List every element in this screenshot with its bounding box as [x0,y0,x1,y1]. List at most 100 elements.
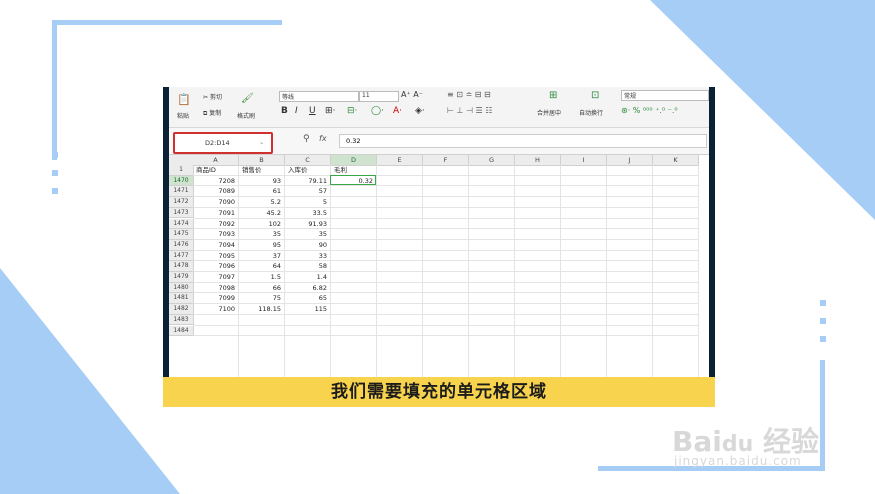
column-header-b[interactable]: B [239,155,285,166]
fill-color-icon[interactable]: ⊟· [347,106,357,116]
table-cell[interactable]: 45.2 [241,209,281,218]
column-header-e[interactable]: E [377,155,423,166]
column-header-g[interactable]: G [469,155,515,166]
column-header-i[interactable]: I [561,155,607,166]
row-header[interactable]: 1476 [169,239,194,251]
table-cell[interactable]: 61 [241,187,281,196]
spreadsheet-grid[interactable]: A B C D E F G H I J K 1 1470 1471 1472 1473 1474 1475 1476… [169,155,709,377]
align-icons[interactable]: ⊢ ⊥ ⊣ ☰ ☷ [447,106,492,115]
header-cell[interactable]: 销售价 [242,166,282,175]
row-header[interactable]: 1481 [169,293,194,305]
paste-button[interactable]: 粘贴 [177,111,189,120]
merge-center-icon[interactable]: ⊞ [549,90,557,101]
wrap-text-icon[interactable]: ⊡ [591,90,599,101]
clear-icon[interactable]: ◈· [415,106,425,116]
active-cell[interactable] [330,174,376,186]
font-size-select[interactable]: 11 [359,91,399,102]
table-cell[interactable]: 1.4 [287,273,327,282]
column-header-f[interactable]: F [423,155,469,166]
table-cell[interactable]: 79.11 [287,177,327,186]
merge-center-button[interactable]: 合并居中 [537,108,561,117]
table-cell[interactable]: 7091 [195,209,235,218]
row-header[interactable]: 1475 [169,229,194,240]
table-cell[interactable]: 5.2 [241,198,281,207]
table-cell[interactable]: 7089 [195,187,235,196]
table-cell[interactable]: 102 [241,220,281,229]
row-header[interactable]: 1480 [169,282,194,294]
table-cell[interactable]: 7092 [195,220,235,229]
row-header[interactable]: 1470 [169,175,194,187]
font-name-select[interactable]: 等线 [279,91,359,102]
row-header[interactable]: 1482 [169,304,194,315]
table-cell[interactable]: 7090 [195,198,235,207]
table-cell[interactable]: 35 [287,230,327,239]
underline-button[interactable]: U [309,106,316,116]
table-cell[interactable]: 35 [241,230,281,239]
row-header[interactable]: 1473 [169,207,194,219]
header-cell[interactable]: 商品ID [196,166,236,175]
zoom-icon[interactable]: ⚲ [303,134,310,144]
table-cell[interactable]: 7097 [195,273,235,282]
table-cell[interactable]: 7208 [195,177,235,186]
chevron-down-icon[interactable]: ⌄ [259,138,264,146]
table-cell[interactable]: 7099 [195,294,235,303]
table-cell[interactable]: 58 [287,262,327,271]
formula-input[interactable]: 0.32 [339,134,707,148]
number-format-select[interactable]: 常规 [621,90,709,101]
column-header-a[interactable]: A [193,155,239,166]
number-format-icons[interactable]: ⊛· % ⁰⁰⁰ ⁺.⁰ ⁻.⁰ [621,106,678,115]
shape-icon[interactable]: ◯· [371,106,384,116]
italic-button[interactable]: I [295,106,298,116]
row-header[interactable]: 1478 [169,261,194,272]
cut-button[interactable]: ✂ 剪切 [203,92,222,101]
bold-button[interactable]: B [281,106,288,116]
row-header[interactable]: 1 [169,165,194,176]
row-header[interactable]: 1477 [169,250,194,262]
table-cell[interactable]: 7093 [195,230,235,239]
table-cell[interactable]: 33 [287,252,327,261]
align-top-icons[interactable]: ≡ ⊡ ≐ ⊟ ⊟ [447,90,491,99]
table-cell[interactable]: 7094 [195,241,235,250]
fx-icon[interactable]: fx [319,134,327,143]
table-cell[interactable]: 118.15 [241,305,281,314]
row-header[interactable]: 1471 [169,186,194,198]
row-header[interactable]: 1479 [169,272,194,283]
table-cell[interactable]: 5 [287,198,327,207]
row-header[interactable]: 1484 [169,325,194,337]
copy-button[interactable]: ⧉ 复制 [203,108,221,118]
font-grow-button[interactable]: A⁺ A⁻ [401,90,423,99]
table-cell[interactable]: 37 [241,252,281,261]
table-cell[interactable]: 90 [287,241,327,250]
table-cell[interactable]: 66 [241,284,281,293]
borders-icon[interactable]: ⊞· [325,106,335,116]
format-painter-button[interactable]: 🖌 [241,93,254,104]
column-header-c[interactable]: C [285,155,331,166]
table-cell[interactable]: 64 [241,262,281,271]
table-cell[interactable]: 7100 [195,305,235,314]
table-cell[interactable]: 93 [241,177,281,186]
wrap-text-button[interactable]: 自动换行 [579,108,603,117]
table-cell[interactable]: 7096 [195,262,235,271]
table-cell[interactable]: 115 [287,305,327,314]
table-cell[interactable]: 91.93 [287,220,327,229]
column-header-d[interactable]: D [331,155,377,166]
header-cell[interactable]: 毛利 [334,166,374,175]
table-cell[interactable]: 95 [241,241,281,250]
row-header[interactable]: 1483 [169,314,194,326]
header-cell[interactable]: 入库价 [288,166,328,175]
table-cell[interactable]: 1.5 [241,273,281,282]
table-cell[interactable]: 33.5 [287,209,327,218]
table-cell[interactable]: 7098 [195,284,235,293]
column-header-h[interactable]: H [515,155,561,166]
column-header-k[interactable]: K [653,155,699,166]
table-cell[interactable]: 7095 [195,252,235,261]
column-header-j[interactable]: J [607,155,653,166]
paste-icon[interactable]: 📋 [177,93,191,106]
table-cell[interactable]: 57 [287,187,327,196]
font-color-icon[interactable]: A· [393,106,402,116]
table-cell[interactable]: 6.82 [287,284,327,293]
table-cell[interactable]: 65 [287,294,327,303]
row-header[interactable]: 1474 [169,218,194,230]
name-box[interactable]: D2:D14 ⌄ [173,132,273,154]
row-header[interactable]: 1472 [169,197,194,208]
